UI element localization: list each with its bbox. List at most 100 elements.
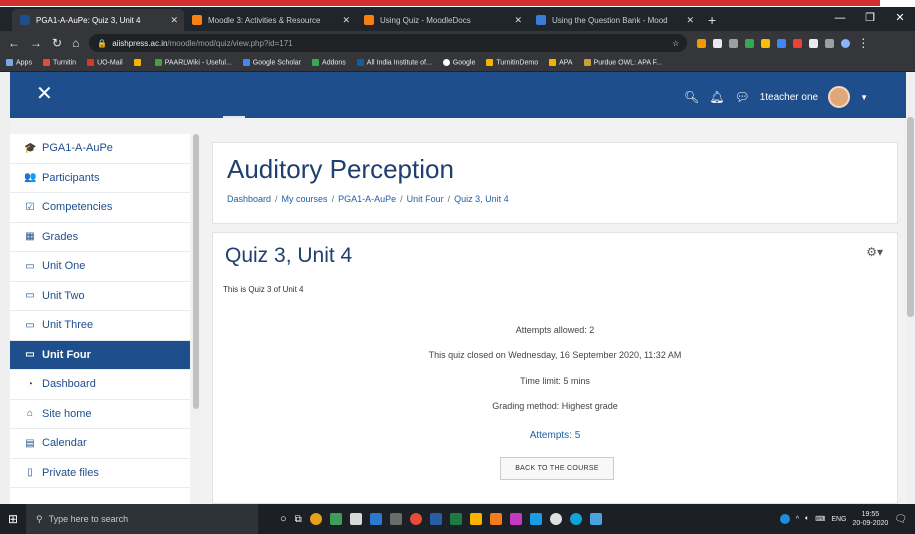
sidebar-item-site-home[interactable]: ⌂ Site home	[10, 400, 190, 429]
back-icon[interactable]: ←	[8, 36, 20, 50]
extension-icon[interactable]	[793, 38, 803, 48]
restore-icon[interactable]: ❐	[855, 7, 885, 31]
tab-question-bank[interactable]: Using the Question Bank - Mood ✕	[528, 9, 700, 31]
app-icon[interactable]	[529, 513, 542, 525]
bookmark-paarlwiki[interactable]: PAARLWiki - Useful...	[154, 59, 232, 67]
profile-icon[interactable]	[841, 38, 851, 48]
bookmark-turnitindemo[interactable]: TurnitinDemo	[486, 59, 538, 67]
attempts-link[interactable]: Attempts: 5	[213, 430, 897, 441]
windows-start-icon[interactable]: ⊞	[0, 504, 26, 534]
sidebar-item-unit-three[interactable]: ▭ Unit Three	[10, 311, 190, 341]
taskbar-search[interactable]: ⚲ Type here to search	[26, 504, 258, 534]
excel-icon[interactable]	[449, 513, 462, 525]
extension-icon[interactable]	[729, 38, 739, 48]
file-icon: ▯	[27, 467, 33, 479]
sidebar-item-grades[interactable]: ▦ Grades	[10, 223, 190, 252]
breadcrumb-unit-four[interactable]: Unit Four	[407, 194, 444, 204]
new-tab-button[interactable]: +	[700, 9, 724, 31]
sidebar-item-calendar[interactable]: ▤ Calendar	[10, 429, 190, 459]
sidebar-item-private-files[interactable]: ▯ Private files	[10, 459, 190, 488]
sidebar-item-label: Unit Four	[42, 348, 91, 361]
sidebar-item-competencies[interactable]: ☑ Competencies	[10, 193, 190, 223]
volume-icon[interactable]: 🔈︎	[805, 515, 809, 523]
language-label[interactable]: ENG	[831, 516, 846, 523]
bookmark-turnitin[interactable]: Turnitin	[42, 59, 76, 67]
sidebar-scrollbar[interactable]	[192, 134, 200, 504]
bookmark-apa[interactable]: APA	[549, 59, 573, 67]
sidebar-item-unit-one[interactable]: ▭ Unit One	[10, 252, 190, 282]
task-view-icon[interactable]: ⧉	[295, 514, 302, 525]
mail-icon[interactable]	[369, 513, 382, 525]
gear-icon[interactable]: ⚙▾	[866, 245, 883, 259]
breadcrumb-quiz[interactable]: Quiz 3, Unit 4	[454, 194, 509, 204]
sidebar-item-label: Unit Two	[42, 289, 85, 302]
chat-icon[interactable]: 💬︎	[734, 90, 749, 104]
keyboard-icon[interactable]: ⌨	[815, 515, 825, 523]
star-icon[interactable]: ☆	[672, 39, 679, 48]
sidebar-item-course[interactable]: 🎓 PGA1-A-AuPe	[10, 134, 190, 164]
app-icon[interactable]	[589, 513, 602, 525]
address-bar[interactable]: 🔒 aiishpress.ac.in/moodle/mod/quiz/view.…	[89, 34, 688, 52]
app-icon[interactable]	[569, 513, 582, 525]
minimize-icon[interactable]: —	[825, 7, 855, 31]
reload-icon[interactable]: ↻	[52, 36, 62, 50]
close-window-icon[interactable]: ✕	[885, 7, 915, 31]
app-icon[interactable]	[509, 513, 522, 525]
page-scrollbar[interactable]	[906, 72, 915, 504]
calculator-icon[interactable]	[389, 513, 402, 525]
tab-quiz[interactable]: PGA1-A-AuPe: Quiz 3, Unit 4 ✕	[12, 9, 184, 31]
sidebar-item-unit-four[interactable]: ▭ Unit Four	[10, 340, 190, 370]
bookmark-google-scholar[interactable]: Google Scholar	[242, 59, 301, 67]
app-icon[interactable]	[549, 513, 562, 525]
bookmark-google[interactable]: Google	[442, 59, 475, 67]
extension-icon[interactable]	[777, 38, 787, 48]
breadcrumb-course[interactable]: PGA1-A-AuPe	[338, 194, 396, 204]
bookmark-uo-mail[interactable]: UO-Mail	[87, 59, 123, 67]
app-icon[interactable]	[469, 513, 482, 525]
back-to-course-button[interactable]: BACK TO THE COURSE	[500, 457, 614, 480]
clock[interactable]: 19:55 20-09-2020	[852, 510, 888, 528]
extension-icon[interactable]	[761, 38, 771, 48]
sidebar-item-label: Dashboard	[42, 378, 96, 391]
close-tab-icon[interactable]: ✕	[686, 15, 694, 26]
tab-moodle-activities[interactable]: Moodle 3: Activities & Resource ✕	[184, 9, 356, 31]
breadcrumb-my-courses[interactable]: My courses	[282, 194, 328, 204]
puzzle-icon[interactable]	[825, 38, 835, 48]
word-icon[interactable]	[429, 513, 442, 525]
app-icon[interactable]	[409, 513, 422, 525]
chevron-up-icon[interactable]: ^	[796, 516, 799, 523]
bookmark-purdue-owl[interactable]: Purdue OWL: APA F...	[583, 59, 662, 67]
app-icon[interactable]	[489, 513, 502, 525]
tab-using-quiz[interactable]: Using Quiz - MoodleDocs ✕	[356, 9, 528, 31]
cortana-icon[interactable]: ○	[280, 513, 287, 525]
chrome-icon[interactable]	[309, 513, 322, 525]
close-tab-icon[interactable]: ✕	[170, 15, 178, 26]
chevron-down-icon[interactable]: ▼	[860, 93, 868, 102]
extension-icon[interactable]	[697, 38, 707, 48]
bell-icon[interactable]: 🔔︎	[709, 90, 724, 104]
sidebar-item-unit-two[interactable]: ▭ Unit Two	[10, 282, 190, 311]
bookmark-addons[interactable]: Addons	[312, 59, 346, 67]
extension-icon[interactable]	[809, 38, 819, 48]
avatar[interactable]	[828, 86, 851, 108]
extension-icon[interactable]	[713, 38, 723, 48]
close-tab-icon[interactable]: ✕	[342, 15, 350, 26]
extension-icon[interactable]	[745, 38, 755, 48]
search-icon[interactable]: 🔍︎	[684, 90, 699, 104]
forward-icon[interactable]: →	[30, 36, 42, 50]
sidebar-item-dashboard[interactable]: ◔ Dashboard	[10, 370, 190, 400]
app-icon[interactable]	[779, 514, 790, 524]
menu-dots-icon[interactable]: ⋮	[857, 36, 869, 50]
user-name[interactable]: 1teacher one	[760, 92, 818, 103]
bookmark-aiish[interactable]: All India Institute of...	[356, 59, 432, 67]
bookmark-apps[interactable]: Apps	[6, 59, 32, 67]
home-icon[interactable]: ⌂	[72, 36, 79, 50]
notification-icon[interactable]: 🗨︎	[894, 514, 907, 525]
app-icon[interactable]	[329, 513, 342, 525]
sidebar-item-participants[interactable]: 👥 Participants	[10, 164, 190, 193]
close-tab-icon[interactable]: ✕	[514, 15, 522, 26]
breadcrumb-dashboard[interactable]: Dashboard	[227, 194, 271, 204]
bookmark-unnamed[interactable]	[133, 59, 144, 67]
close-drawer-icon[interactable]: ✕	[36, 84, 53, 104]
app-icon[interactable]	[349, 513, 362, 525]
